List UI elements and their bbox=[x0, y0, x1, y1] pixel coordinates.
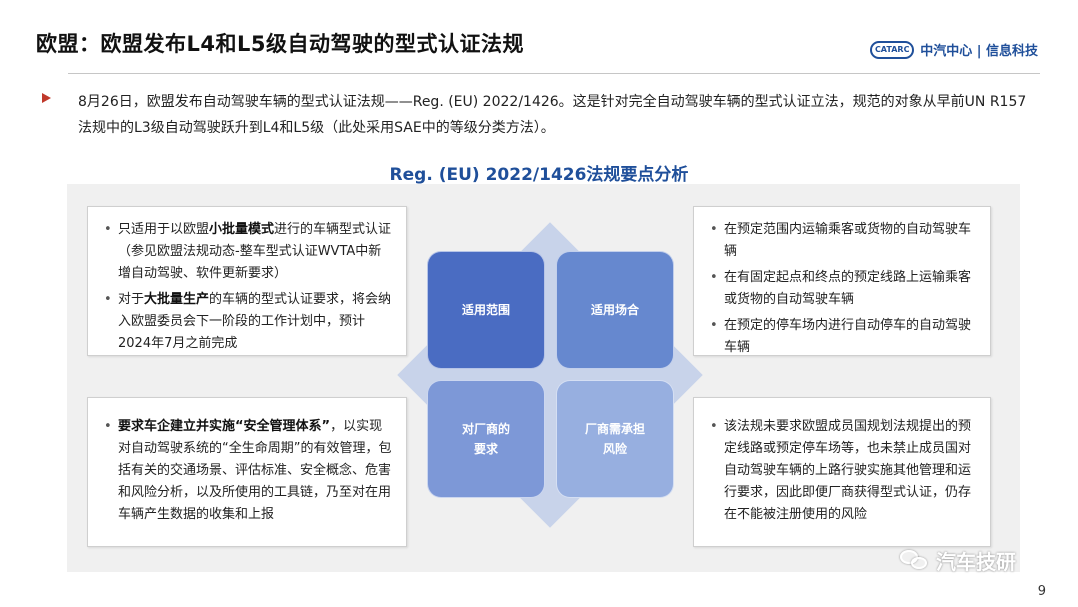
slide-title: 欧盟：欧盟发布L4和L5级自动驾驶的型式认证法规 bbox=[36, 32, 524, 56]
quadrant-requirements-label-line2: 要求 bbox=[473, 442, 498, 456]
intro-paragraph: 8月26日，欧盟发布自动驾驶车辆的型式认证法规——Reg. (EU) 2022/… bbox=[78, 94, 1027, 136]
requirement-card: 要求车企建立并实施“安全管理体系”，以实现对自动驾驶系统的“全生命周期”的有效管… bbox=[87, 397, 407, 547]
quadrant-risk-label-line1: 厂商需承担 bbox=[584, 422, 645, 436]
analysis-title: Reg. (EU) 2022/1426法规要点分析 bbox=[389, 165, 689, 185]
scope-item-1: 只适用于以欧盟小批量模式进行的车辆型式认证（参见欧盟法规动态-整车型式认证WVT… bbox=[100, 219, 394, 285]
catarc-logo-icon: CATARC bbox=[870, 40, 915, 59]
scenario-item-2: 在有固定起点和终点的预定线路上运输乘客或货物的自动驾驶车辆 bbox=[706, 267, 978, 311]
scenario-item-3: 在预定的停车场内进行自动停车的自动驾驶车辆 bbox=[706, 315, 978, 359]
risk-item-1: 该法规未要求欧盟成员国规划法规提出的预定线路或预定停车场等，也未禁止成员国对自动… bbox=[706, 416, 978, 526]
wechat-icon bbox=[900, 549, 930, 572]
quadrant-requirements: 对厂商的 要求 bbox=[427, 380, 545, 498]
scope-card: 只适用于以欧盟小批量模式进行的车辆型式认证（参见欧盟法规动态-整车型式认证WVT… bbox=[87, 206, 407, 356]
quadrant-scope: 适用范围 bbox=[427, 251, 545, 369]
page-number: 9 bbox=[1037, 584, 1046, 599]
header-divider bbox=[68, 73, 1040, 74]
scenario-card: 在预定范围内运输乘客或货物的自动驾驶车辆 在有固定起点和终点的预定线路上运输乘客… bbox=[693, 206, 991, 356]
scenario-item-1: 在预定范围内运输乘客或货物的自动驾驶车辆 bbox=[706, 219, 978, 263]
quadrant-scenarios: 适用场合 bbox=[556, 251, 674, 369]
brand-text: 中汽中心 | 信息科技 bbox=[920, 44, 1038, 59]
quadrant-scenarios-label: 适用场合 bbox=[590, 303, 639, 317]
brand: CATARC 中汽中心 | 信息科技 bbox=[870, 40, 1038, 59]
quadrant-requirements-label-line1: 对厂商的 bbox=[461, 422, 510, 436]
risk-card: 该法规未要求欧盟成员国规划法规提出的预定线路或预定停车场等，也未禁止成员国对自动… bbox=[693, 397, 991, 547]
watermark-text: 汽车技研 bbox=[936, 550, 1016, 574]
quadrant-risk: 厂商需承担 风险 bbox=[556, 380, 674, 498]
quadrant-risk-label-line2: 风险 bbox=[602, 442, 627, 456]
scope-item-2: 对于大批量生产的车辆的型式认证要求，将会纳入欧盟委员会下一阶段的工作计划中，预计… bbox=[100, 289, 394, 355]
requirement-item-1: 要求车企建立并实施“安全管理体系”，以实现对自动驾驶系统的“全生命周期”的有效管… bbox=[100, 416, 394, 526]
arrow-bullet-icon bbox=[42, 93, 51, 103]
quadrant-scope-label: 适用范围 bbox=[461, 303, 510, 317]
watermark: 汽车技研 bbox=[900, 546, 1016, 575]
